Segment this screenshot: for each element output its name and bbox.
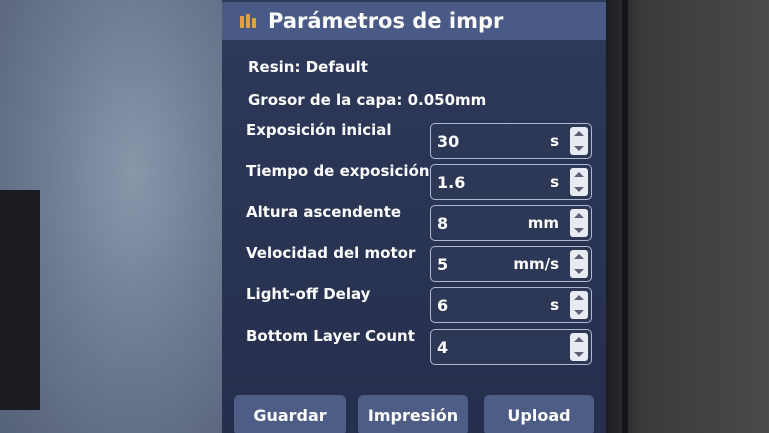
settings-bars-icon (240, 12, 260, 30)
bottom-layer-count-field[interactable]: 4 (430, 329, 592, 365)
print-button[interactable]: Impresión (358, 395, 468, 433)
layer-thickness-info: Grosor de la capa: 0.050mm (248, 91, 487, 109)
light-off-delay-field[interactable]: 6 s (430, 287, 592, 323)
spin-up-icon[interactable] (574, 131, 584, 136)
motor-speed-field[interactable]: 5 mm/s (430, 246, 592, 282)
motor-speed-label: Velocidad del motor (246, 244, 416, 262)
save-button[interactable]: Guardar (234, 395, 346, 433)
exposure-time-unit: s (550, 173, 559, 191)
spin-up-icon[interactable] (574, 295, 584, 300)
lift-height-value[interactable]: 8 (437, 214, 448, 233)
lift-height-label: Altura ascendente (246, 203, 402, 221)
motor-speed-unit: mm/s (513, 255, 559, 273)
exposure-time-label: Tiempo de exposición (246, 162, 430, 180)
initial-exposure-label: Exposición inicial (246, 121, 392, 139)
exposure-time-field[interactable]: 1.6 s (430, 164, 592, 200)
lift-height-unit: mm (527, 214, 559, 232)
device-bezel (606, 0, 769, 433)
spin-down-icon[interactable] (574, 228, 584, 233)
page-title: Parámetros de impr (268, 9, 504, 33)
spin-down-icon[interactable] (574, 187, 584, 192)
bottom-layer-count-value[interactable]: 4 (437, 338, 448, 357)
light-off-delay-label: Light-off Delay (246, 285, 371, 303)
spin-down-icon[interactable] (574, 146, 584, 151)
resin-info: Resin: Default (248, 58, 368, 76)
spin-down-icon[interactable] (574, 310, 584, 315)
bottom-layer-count-label: Bottom Layer Count (246, 327, 415, 345)
light-off-delay-value[interactable]: 6 (437, 296, 448, 315)
spin-down-icon[interactable] (574, 352, 584, 357)
exposure-time-spinner[interactable] (570, 168, 588, 196)
motor-speed-value[interactable]: 5 (437, 255, 448, 274)
spin-up-icon[interactable] (574, 172, 584, 177)
spin-down-icon[interactable] (574, 269, 584, 274)
light-off-delay-spinner[interactable] (570, 291, 588, 319)
background-object (0, 190, 40, 410)
motor-speed-spinner[interactable] (570, 250, 588, 278)
header-bar: Parámetros de impr (222, 2, 606, 40)
initial-exposure-value[interactable]: 30 (437, 132, 459, 151)
initial-exposure-unit: s (550, 132, 559, 150)
device-bezel-edge (622, 0, 628, 433)
light-off-delay-unit: s (550, 296, 559, 314)
bottom-layer-count-spinner[interactable] (570, 333, 588, 361)
initial-exposure-spinner[interactable] (570, 127, 588, 155)
upload-button[interactable]: Upload (484, 395, 594, 433)
initial-exposure-field[interactable]: 30 s (430, 123, 592, 159)
printer-screen: Parámetros de impr Resin: Default Grosor… (222, 0, 606, 433)
exposure-time-value[interactable]: 1.6 (437, 173, 465, 192)
lift-height-spinner[interactable] (570, 209, 588, 237)
spin-up-icon[interactable] (574, 337, 584, 342)
spin-up-icon[interactable] (574, 254, 584, 259)
lift-height-field[interactable]: 8 mm (430, 205, 592, 241)
spin-up-icon[interactable] (574, 213, 584, 218)
